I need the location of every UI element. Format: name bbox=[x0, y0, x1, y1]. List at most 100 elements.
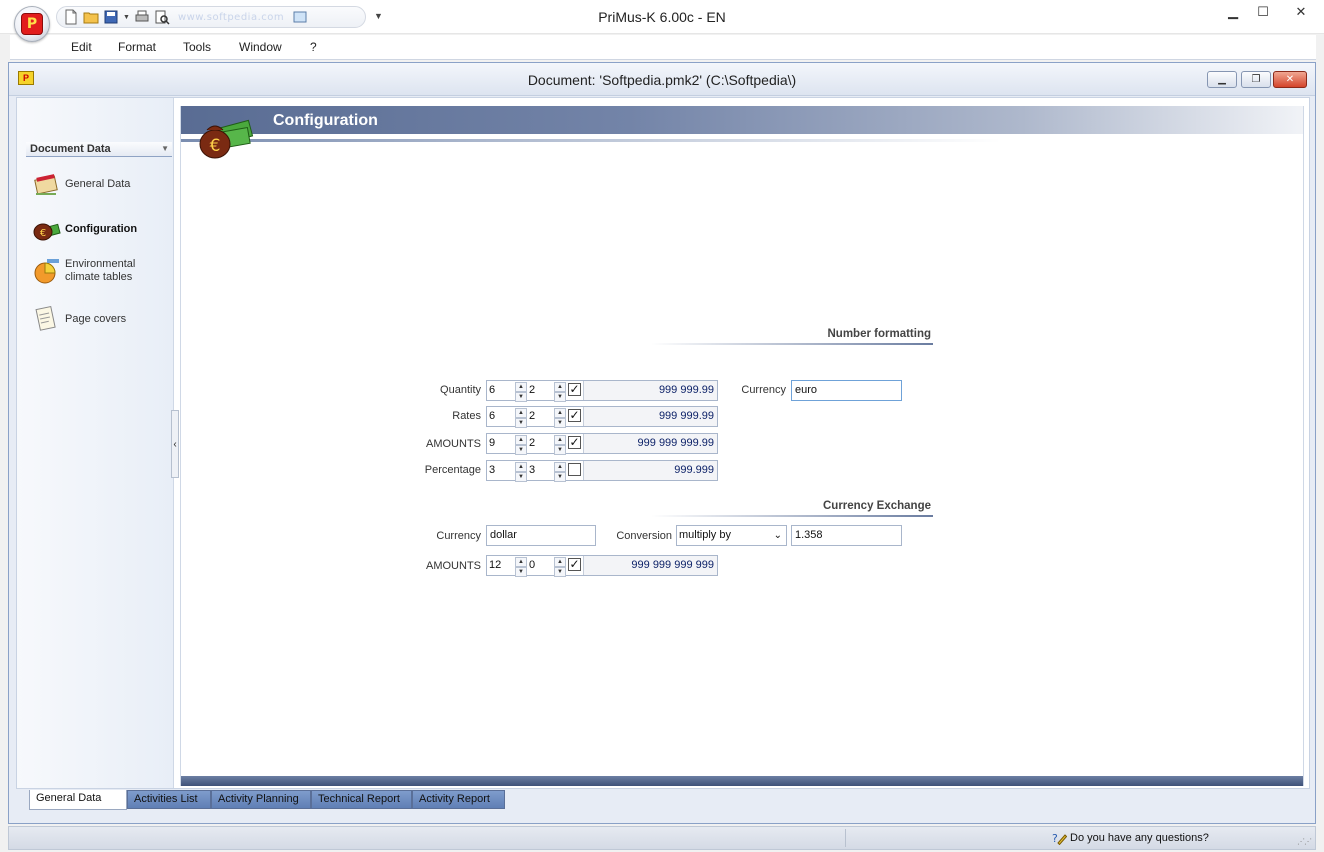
status-separator bbox=[845, 829, 846, 847]
exchange-amounts-separator-checkbox[interactable]: ✓ bbox=[568, 558, 581, 571]
money-bag-icon: € bbox=[33, 223, 61, 241]
percentage-digits-stepper[interactable]: 3 ▲ ▼ bbox=[487, 462, 527, 482]
minimize-button[interactable]: ▁ bbox=[1218, 0, 1248, 24]
exchange-currency-input[interactable]: dollar bbox=[486, 525, 596, 546]
sidebar-item-configuration[interactable]: € Configuration bbox=[31, 214, 171, 244]
document-title-bar: P Document: 'Softpedia.pmk2' (C:\Softped… bbox=[9, 63, 1315, 96]
quantity-decimals-stepper[interactable]: 2 ▲ ▼ bbox=[527, 382, 566, 402]
document-tabs: General Data Activities List Activity Pl… bbox=[17, 790, 1307, 812]
currency-input[interactable]: euro bbox=[791, 380, 902, 401]
sidebar-item-environmental-climate-tables[interactable]: Environmental climate tables bbox=[31, 256, 171, 286]
help-pencil-icon[interactable]: ? bbox=[1051, 831, 1067, 845]
svg-text:€: € bbox=[40, 228, 46, 239]
exchange-rate-input[interactable]: 1.358 bbox=[791, 525, 902, 546]
up-arrow-icon[interactable]: ▲ bbox=[554, 435, 566, 445]
rates-digits-stepper[interactable]: 6 ▲ ▼ bbox=[487, 408, 527, 428]
tab-general-data[interactable]: General Data bbox=[29, 790, 127, 810]
exchange-amounts-decimals-stepper[interactable]: 0 ▲ ▼ bbox=[527, 557, 566, 577]
up-arrow-icon[interactable]: ▲ bbox=[515, 408, 527, 418]
quantity-separator-checkbox[interactable]: ✓ bbox=[568, 383, 581, 396]
document-close-button[interactable]: ✕ bbox=[1273, 71, 1307, 88]
resize-grip-icon[interactable]: ⋰⋰ bbox=[1297, 837, 1312, 846]
menu-tools[interactable]: Tools bbox=[183, 40, 211, 54]
page-icon bbox=[35, 305, 56, 331]
rates-separator-checkbox[interactable]: ✓ bbox=[568, 409, 581, 422]
digits-value: 9 bbox=[489, 437, 496, 449]
chevron-down-icon: ⌄ bbox=[773, 530, 782, 541]
down-arrow-icon[interactable]: ▼ bbox=[554, 392, 566, 402]
down-arrow-icon[interactable]: ▼ bbox=[515, 445, 527, 455]
exchange-currency-label: Currency bbox=[436, 530, 481, 542]
up-arrow-icon[interactable]: ▲ bbox=[554, 557, 566, 567]
menu-edit[interactable]: Edit bbox=[71, 40, 92, 54]
up-arrow-icon[interactable]: ▲ bbox=[515, 462, 527, 472]
maximize-button[interactable]: ☐ bbox=[1248, 0, 1278, 24]
sidebar-item-label: Environmental climate tables bbox=[65, 258, 136, 283]
tab-activities-list[interactable]: Activities List bbox=[127, 790, 211, 809]
document-content: Document Data ▼ General Data € Configura… bbox=[16, 97, 1310, 789]
down-arrow-icon[interactable]: ▼ bbox=[515, 392, 527, 402]
rates-decimals-stepper[interactable]: 2 ▲ ▼ bbox=[527, 408, 566, 428]
exchange-amounts-digits-stepper[interactable]: 12 ▲ ▼ bbox=[487, 557, 527, 577]
menu-format[interactable]: Format bbox=[118, 40, 156, 54]
number-formatting-title: Number formatting bbox=[827, 328, 932, 340]
up-arrow-icon[interactable]: ▲ bbox=[554, 408, 566, 418]
amounts-digits-stepper[interactable]: 9 ▲ ▼ bbox=[487, 435, 527, 455]
decimals-value: 3 bbox=[529, 464, 536, 476]
document-minimize-button[interactable]: ▁ bbox=[1207, 71, 1237, 88]
sidebar-item-general-data[interactable]: General Data bbox=[31, 169, 171, 199]
up-arrow-icon[interactable]: ▲ bbox=[554, 382, 566, 392]
up-arrow-icon[interactable]: ▲ bbox=[554, 462, 566, 472]
rates-format-row: 6 ▲ ▼ 2 ▲ ▼ ✓ 999 999.99 bbox=[486, 406, 718, 428]
conversion-select[interactable]: multiply by ⌄ bbox=[676, 525, 787, 546]
exchange-amounts-preview: 999 999 999 999 bbox=[583, 556, 717, 575]
down-arrow-icon[interactable]: ▼ bbox=[515, 472, 527, 482]
currency-exchange-title: Currency Exchange bbox=[822, 500, 931, 512]
menu-window[interactable]: Window bbox=[239, 40, 282, 54]
sidebar-collapse-handle[interactable]: ‹ bbox=[171, 410, 179, 478]
minimize-icon: ▁ bbox=[1228, 4, 1238, 19]
percentage-format-row: 3 ▲ ▼ 3 ▲ ▼ 999.999 bbox=[486, 460, 718, 482]
panel-bottom-bar bbox=[181, 776, 1303, 786]
sidebar-header[interactable]: Document Data ▼ bbox=[26, 142, 172, 157]
amounts-decimals-stepper[interactable]: 2 ▲ ▼ bbox=[527, 435, 566, 455]
money-bag-icon: € bbox=[199, 119, 254, 159]
app-menu-button[interactable]: P bbox=[14, 6, 50, 42]
down-arrow-icon[interactable]: ▼ bbox=[554, 418, 566, 428]
percentage-separator-checkbox[interactable] bbox=[568, 463, 581, 476]
quantity-digits-stepper[interactable]: 6 ▲ ▼ bbox=[487, 382, 527, 402]
up-arrow-icon[interactable]: ▲ bbox=[515, 557, 527, 567]
tab-activity-report[interactable]: Activity Report bbox=[412, 790, 505, 809]
close-icon: ✕ bbox=[1295, 4, 1307, 19]
number-formatting-rule bbox=[651, 343, 933, 345]
pie-chart-icon bbox=[34, 259, 59, 284]
sidebar-item-page-covers[interactable]: Page covers bbox=[31, 304, 171, 334]
configuration-panel: Configuration € Number formatting Quanti… bbox=[180, 106, 1304, 786]
quantity-format-row: 6 ▲ ▼ 2 ▲ ▼ ✓ 999 999.99 bbox=[486, 380, 718, 402]
sidebar-item-label: General Data bbox=[65, 178, 131, 190]
document-restore-button[interactable]: ❐ bbox=[1241, 71, 1271, 88]
up-arrow-icon[interactable]: ▲ bbox=[515, 382, 527, 392]
down-arrow-icon[interactable]: ▼ bbox=[515, 418, 527, 428]
amounts-preview: 999 999 999.99 bbox=[583, 434, 717, 453]
down-arrow-icon[interactable]: ▼ bbox=[554, 567, 566, 577]
down-arrow-icon[interactable]: ▼ bbox=[554, 472, 566, 482]
down-arrow-icon[interactable]: ▼ bbox=[515, 567, 527, 577]
tab-technical-report[interactable]: Technical Report bbox=[311, 790, 412, 809]
quantity-preview: 999 999.99 bbox=[583, 381, 717, 400]
primus-logo-icon: P bbox=[21, 13, 43, 35]
up-arrow-icon[interactable]: ▲ bbox=[515, 435, 527, 445]
down-arrow-icon[interactable]: ▼ bbox=[554, 445, 566, 455]
percentage-decimals-stepper[interactable]: 3 ▲ ▼ bbox=[527, 462, 566, 482]
sidebar-header-label: Document Data bbox=[30, 143, 111, 155]
amounts-separator-checkbox[interactable]: ✓ bbox=[568, 436, 581, 449]
decimals-value: 2 bbox=[529, 410, 536, 422]
close-button[interactable]: ✕ bbox=[1278, 0, 1324, 24]
tab-activity-planning[interactable]: Activity Planning bbox=[211, 790, 311, 809]
status-bar: ? Do you have any questions? ⋰⋰ bbox=[8, 826, 1316, 850]
decimals-value: 2 bbox=[529, 384, 536, 396]
help-question-link[interactable]: Do you have any questions? bbox=[1070, 832, 1209, 844]
menu-help[interactable]: ? bbox=[310, 40, 317, 54]
sidebar: Document Data ▼ General Data € Configura… bbox=[17, 98, 174, 788]
quantity-label: Quantity bbox=[440, 384, 481, 396]
